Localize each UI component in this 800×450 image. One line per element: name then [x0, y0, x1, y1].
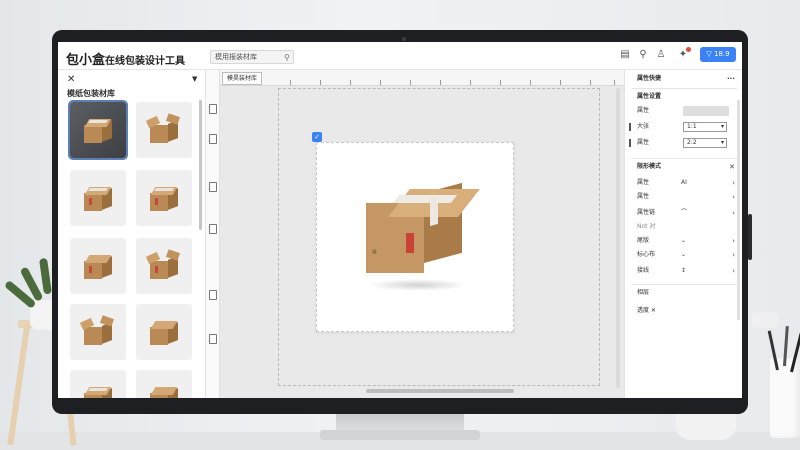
search-icon[interactable]: ⚲	[284, 53, 290, 62]
webcam	[402, 37, 406, 41]
chevron-down-icon: ▾	[720, 139, 724, 146]
search-icon[interactable]: ⚲	[636, 48, 650, 62]
tool-rail	[206, 70, 220, 398]
more-icon[interactable]: ···	[727, 72, 735, 86]
material-thumbnail[interactable]	[136, 170, 192, 226]
app-screen: 包小盒在线包装设计工具 模用报装材库 ⚲ ▤ ⚲ ♙ ✦ ▽ 18.9 ✕ ▼ …	[58, 42, 742, 398]
logo-subtitle: 在线包装设计工具	[105, 56, 186, 67]
monitor-side-button	[748, 214, 752, 260]
box-closed-icon	[84, 384, 112, 398]
notification-dot	[686, 47, 691, 52]
layer-icon[interactable]	[209, 224, 217, 234]
close-icon[interactable]: ✕	[67, 74, 75, 85]
material-thumbnail[interactable]	[136, 370, 192, 398]
properties-panel: 属性快捷 ··· 属性设置 属性 大张 1:1 ▾ 属性 2:2 ▾ 限形模式 ✕ …	[624, 70, 742, 398]
design-canvas: 模昊装材库 ✓ ▦	[206, 70, 624, 398]
chevron-right-icon: ›	[732, 267, 735, 275]
property-row[interactable]: 属性 AI ›	[625, 176, 742, 190]
property-row[interactable]: 接线 ↕ ›	[625, 264, 742, 278]
property-row: 属性 2:2 ▾	[625, 136, 742, 150]
checkbox-icon[interactable]: ✓	[312, 132, 322, 142]
chevron-right-icon: ›	[732, 209, 735, 217]
vase-top	[752, 312, 778, 328]
property-toggle[interactable]	[683, 106, 729, 116]
search-input[interactable]: 模用报装材库 ⚲	[210, 50, 294, 64]
chevron-right-icon: ›	[732, 193, 735, 201]
artboard[interactable]: ▦	[316, 142, 514, 332]
material-thumbnail[interactable]	[136, 102, 192, 158]
canvas-horizontal-scrollbar[interactable]	[366, 389, 514, 393]
chevron-right-icon: ›	[732, 237, 735, 245]
section-title: 限形模式 ✕	[625, 160, 742, 174]
top-ruler: 模昊装材库	[220, 70, 624, 86]
material-thumbnail[interactable]	[136, 238, 192, 294]
material-thumbnail[interactable]	[70, 170, 126, 226]
section-title: 相层	[637, 289, 650, 296]
chevron-right-icon: ›	[732, 179, 735, 187]
ratio-select[interactable]: 1:1 ▾	[683, 122, 727, 132]
ratio-select[interactable]: 2:2 ▾	[683, 138, 727, 148]
search-value: 模用报装材库	[215, 53, 257, 61]
user-icon[interactable]: ♙	[654, 48, 668, 62]
box-closed-icon	[150, 184, 178, 212]
material-panel: ✕ ▼ 模纸包装材库	[58, 70, 206, 398]
panel-title: 模纸包装材库	[67, 89, 115, 98]
box-closed-icon	[84, 116, 112, 144]
property-row[interactable]: 属性链 ⌒ ›	[625, 206, 742, 220]
material-thumbnail[interactable]	[136, 304, 192, 360]
page-icon[interactable]	[209, 334, 217, 344]
property-row[interactable]: 透度 ✕	[625, 304, 742, 318]
property-row[interactable]: 尾版 ⌄ ›	[625, 234, 742, 248]
canvas-vertical-scrollbar[interactable]	[616, 88, 620, 388]
chevron-down-icon[interactable]: ▼	[192, 75, 197, 83]
tab-material[interactable]: 模昊装材库	[222, 72, 263, 85]
section-title: 属性设置	[637, 93, 662, 100]
logo-main: 包小盒	[66, 53, 106, 68]
close-icon[interactable]: ✕	[729, 160, 735, 174]
box-open-icon	[145, 113, 181, 144]
cardboard-box-image[interactable]: ▦	[364, 182, 480, 293]
monitor-base	[320, 430, 480, 440]
property-row: 属性	[625, 104, 742, 118]
box-open-icon	[145, 249, 181, 280]
box-stamp-icon: ▦	[372, 249, 377, 255]
page-icon[interactable]	[209, 182, 217, 192]
property-row[interactable]: 标心布 ⌄ ›	[625, 248, 742, 262]
panel-header: 属性快捷 ···	[625, 72, 742, 86]
chevron-right-icon: ›	[732, 251, 735, 259]
share-button[interactable]: ▽ 18.9	[700, 47, 736, 62]
fragile-label-icon	[406, 233, 414, 253]
page-icon[interactable]	[209, 104, 217, 114]
box-closed-icon	[150, 384, 178, 398]
material-thumbnail[interactable]	[70, 238, 126, 294]
box-closed-icon	[84, 252, 112, 280]
box-closed-icon	[84, 184, 112, 212]
template-icon[interactable]: ▤	[618, 48, 632, 62]
box-open-icon	[79, 315, 115, 346]
box-open-icon	[150, 318, 178, 346]
panel-scrollbar[interactable]	[199, 100, 202, 230]
page-icon[interactable]	[209, 290, 217, 300]
notification-icon[interactable]: ✦	[676, 47, 691, 62]
property-row: 大张 1:1 ▾	[625, 120, 742, 134]
pencil-cup	[770, 358, 800, 438]
chevron-down-icon: ▾	[720, 123, 724, 130]
page-icon[interactable]	[209, 134, 217, 144]
material-thumbnail[interactable]	[70, 370, 126, 398]
property-row[interactable]: 属性 ›	[625, 190, 742, 204]
material-thumbnail[interactable]	[68, 100, 128, 160]
app-logo[interactable]: 包小盒在线包装设计工具	[66, 49, 185, 68]
property-row: Not 对	[637, 223, 656, 230]
material-thumbnail[interactable]	[70, 304, 126, 360]
top-bar: 包小盒在线包装设计工具 模用报装材库 ⚲ ▤ ⚲ ♙ ✦ ▽ 18.9	[58, 42, 742, 70]
panel-scrollbar[interactable]	[737, 100, 740, 320]
